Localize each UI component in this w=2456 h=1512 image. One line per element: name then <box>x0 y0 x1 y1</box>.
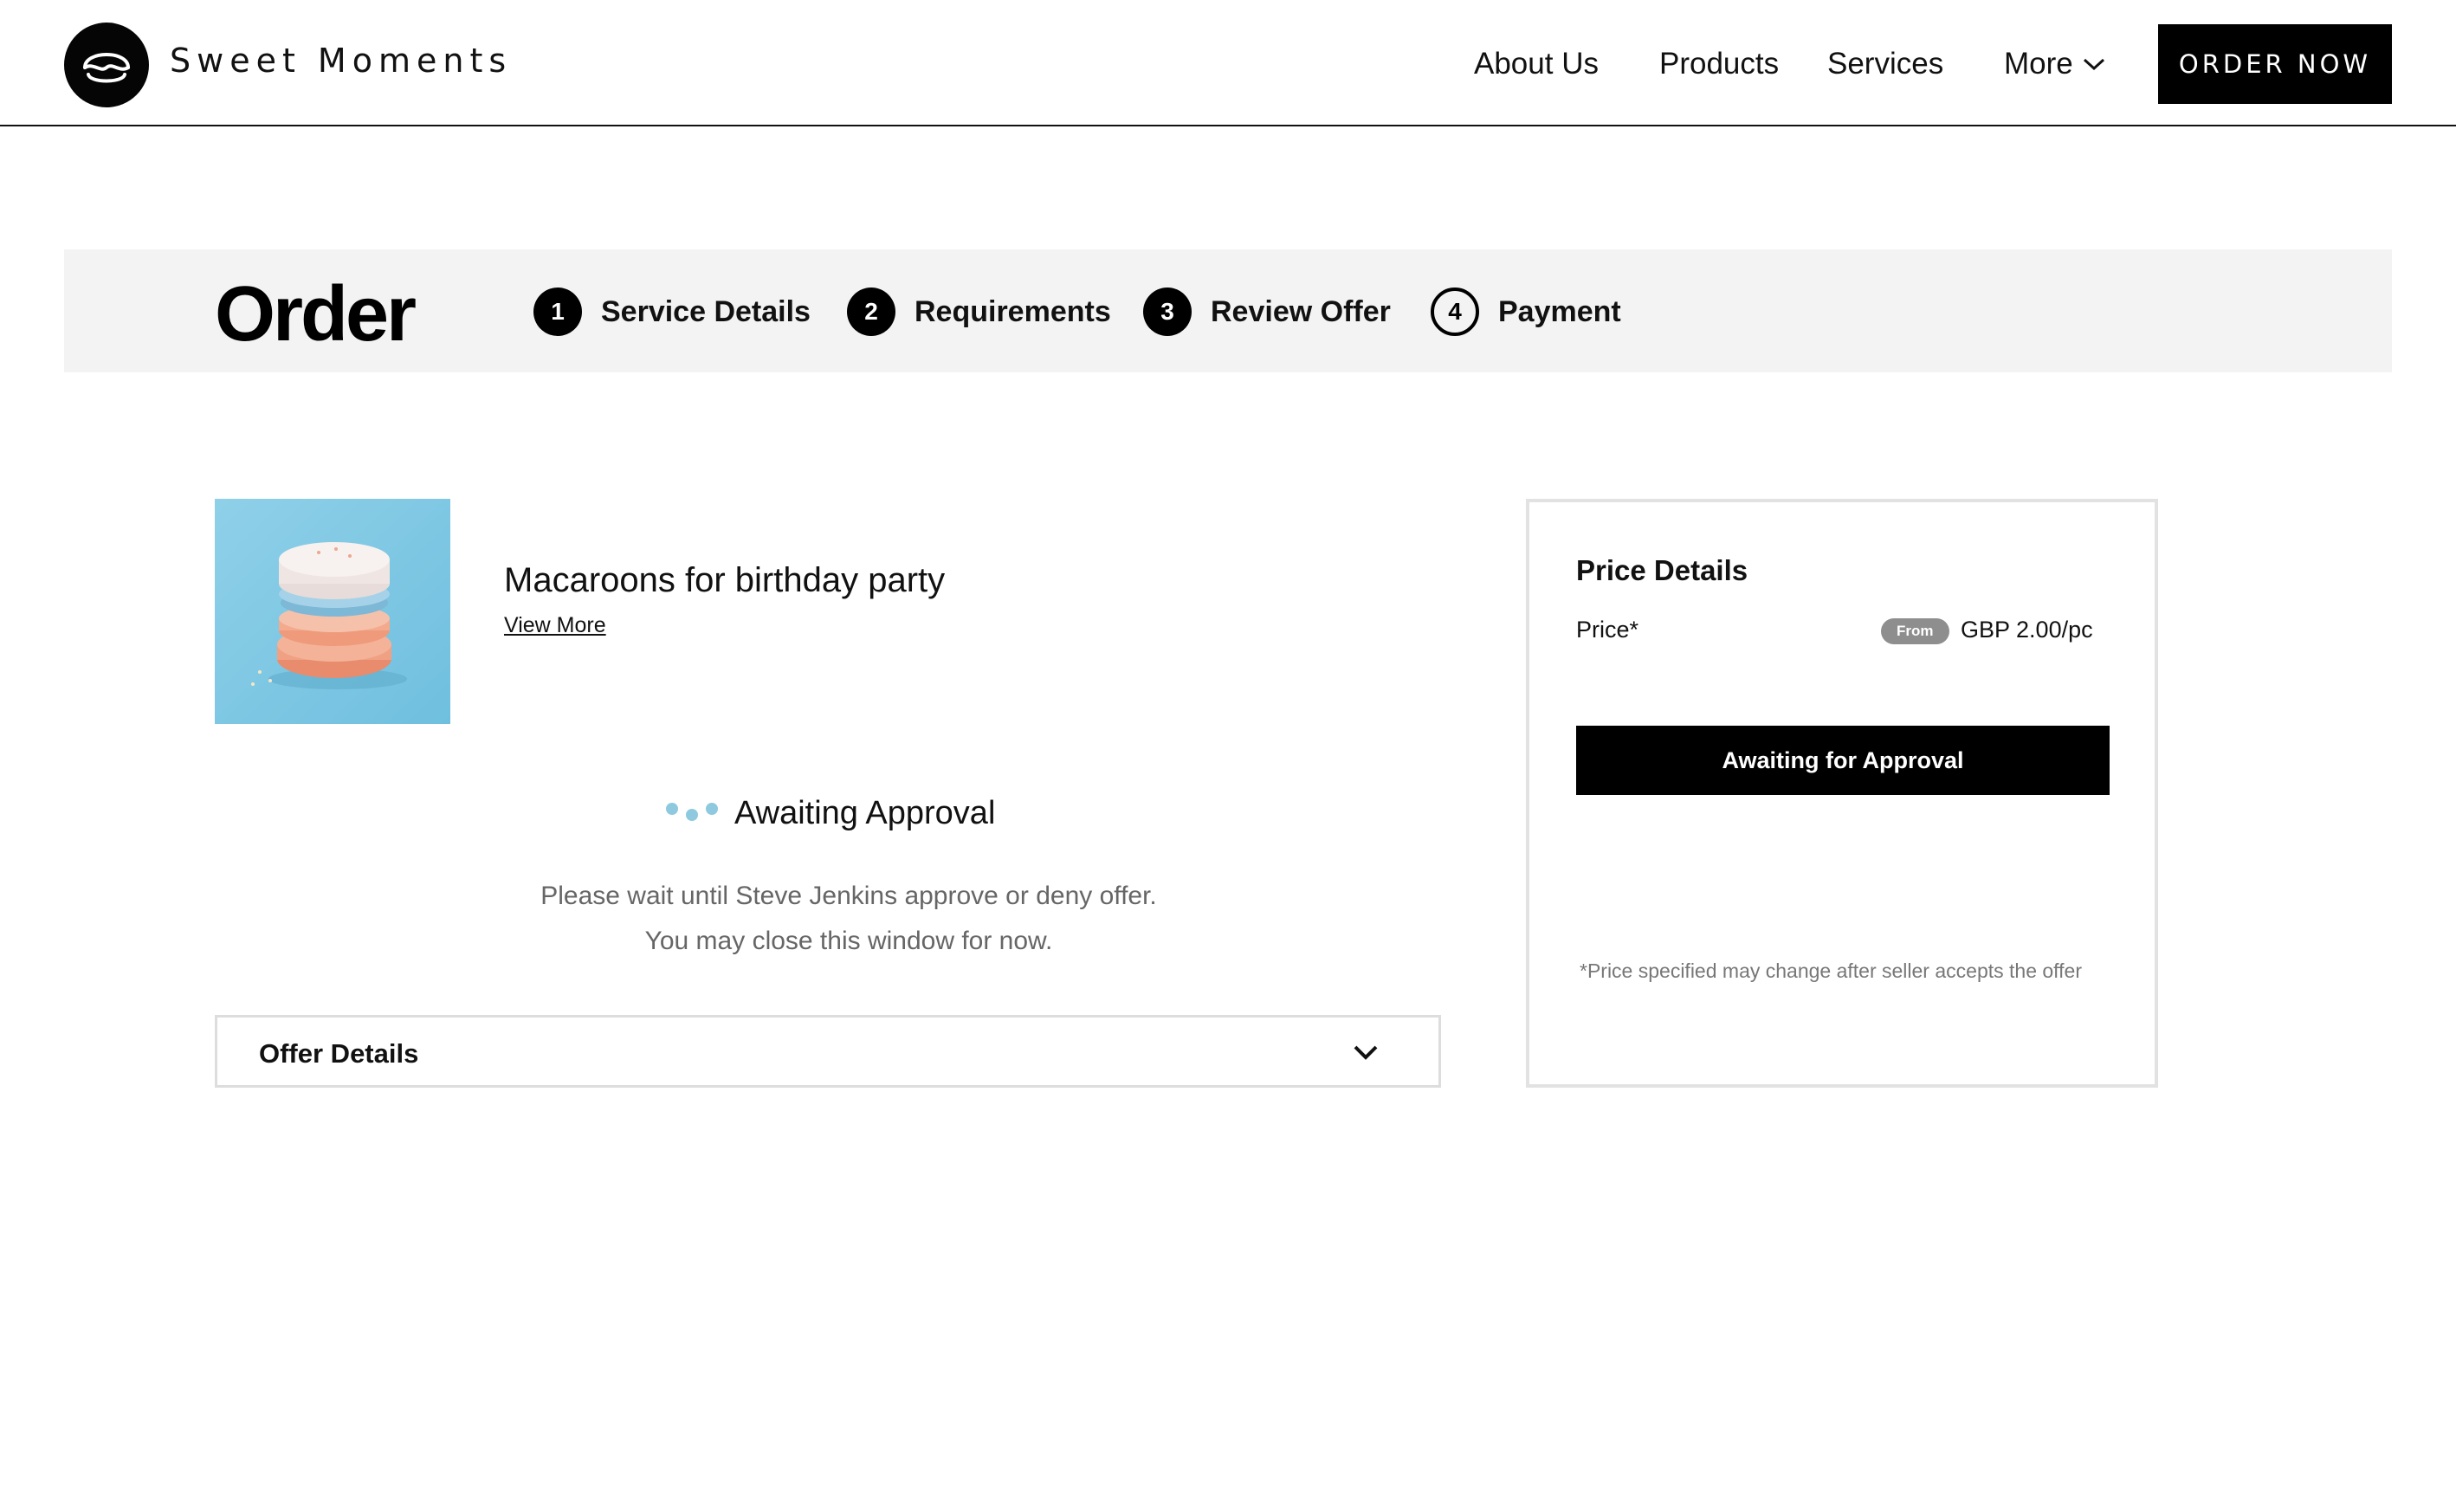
order-steps-bar: Order 1 Service Details 2 Requirements 3… <box>64 249 2392 372</box>
chevron-down-icon <box>1354 1045 1378 1060</box>
step-label: Requirements <box>915 294 1111 328</box>
price-details-heading: Price Details <box>1576 554 1748 586</box>
price-label: Price* <box>1576 617 1639 643</box>
step-label: Review Offer <box>1211 294 1391 328</box>
nav-about-us[interactable]: About Us <box>1474 47 1599 81</box>
product-image <box>215 499 450 724</box>
order-now-button[interactable]: ORDER NOW <box>2158 24 2392 104</box>
offer-details-label: Offer Details <box>259 1038 419 1069</box>
step-requirements[interactable]: 2 Requirements <box>847 288 1111 336</box>
site-header: Sweet Moments About Us Products Services… <box>0 0 2456 126</box>
page-title: Order <box>215 271 417 358</box>
price-details-card: Price Details Price* From GBP 2.00/pc Aw… <box>1526 499 2158 1088</box>
step-number: 2 <box>847 288 895 336</box>
step-label: Payment <box>1498 294 1621 328</box>
step-number: 3 <box>1143 288 1192 336</box>
awaiting-approval-button[interactable]: Awaiting for Approval <box>1576 726 2110 795</box>
step-service-details[interactable]: 1 Service Details <box>533 288 811 336</box>
loading-dots-icon <box>666 803 718 821</box>
chevron-down-icon <box>2083 58 2104 71</box>
brand-logo-icon[interactable] <box>64 23 149 107</box>
from-badge: From <box>1881 618 1949 644</box>
price-disclaimer: *Price specified may change after seller… <box>1580 960 2082 982</box>
step-payment[interactable]: 4 Payment <box>1431 288 1621 336</box>
status-message: Please wait until Steve Jenkins approve … <box>540 882 1157 910</box>
status-message: You may close this window for now. <box>644 927 1053 955</box>
step-label: Service Details <box>601 294 811 328</box>
step-review-offer[interactable]: 3 Review Offer <box>1143 288 1391 336</box>
nav-services[interactable]: Services <box>1827 47 1943 81</box>
nav-products[interactable]: Products <box>1659 47 1779 81</box>
product-title: Macaroons for birthday party <box>504 561 946 599</box>
brand-name[interactable]: Sweet Moments <box>170 42 512 80</box>
status-title: Awaiting Approval <box>734 795 996 831</box>
nav-more[interactable]: More <box>2004 47 2106 81</box>
offer-details-accordion[interactable]: Offer Details <box>215 1015 1441 1088</box>
step-number: 4 <box>1431 288 1479 336</box>
nav-more-label: More <box>2004 47 2073 81</box>
view-more-link[interactable]: View More <box>504 613 606 638</box>
step-number: 1 <box>533 288 582 336</box>
price-value: GBP 2.00/pc <box>1961 617 2093 643</box>
